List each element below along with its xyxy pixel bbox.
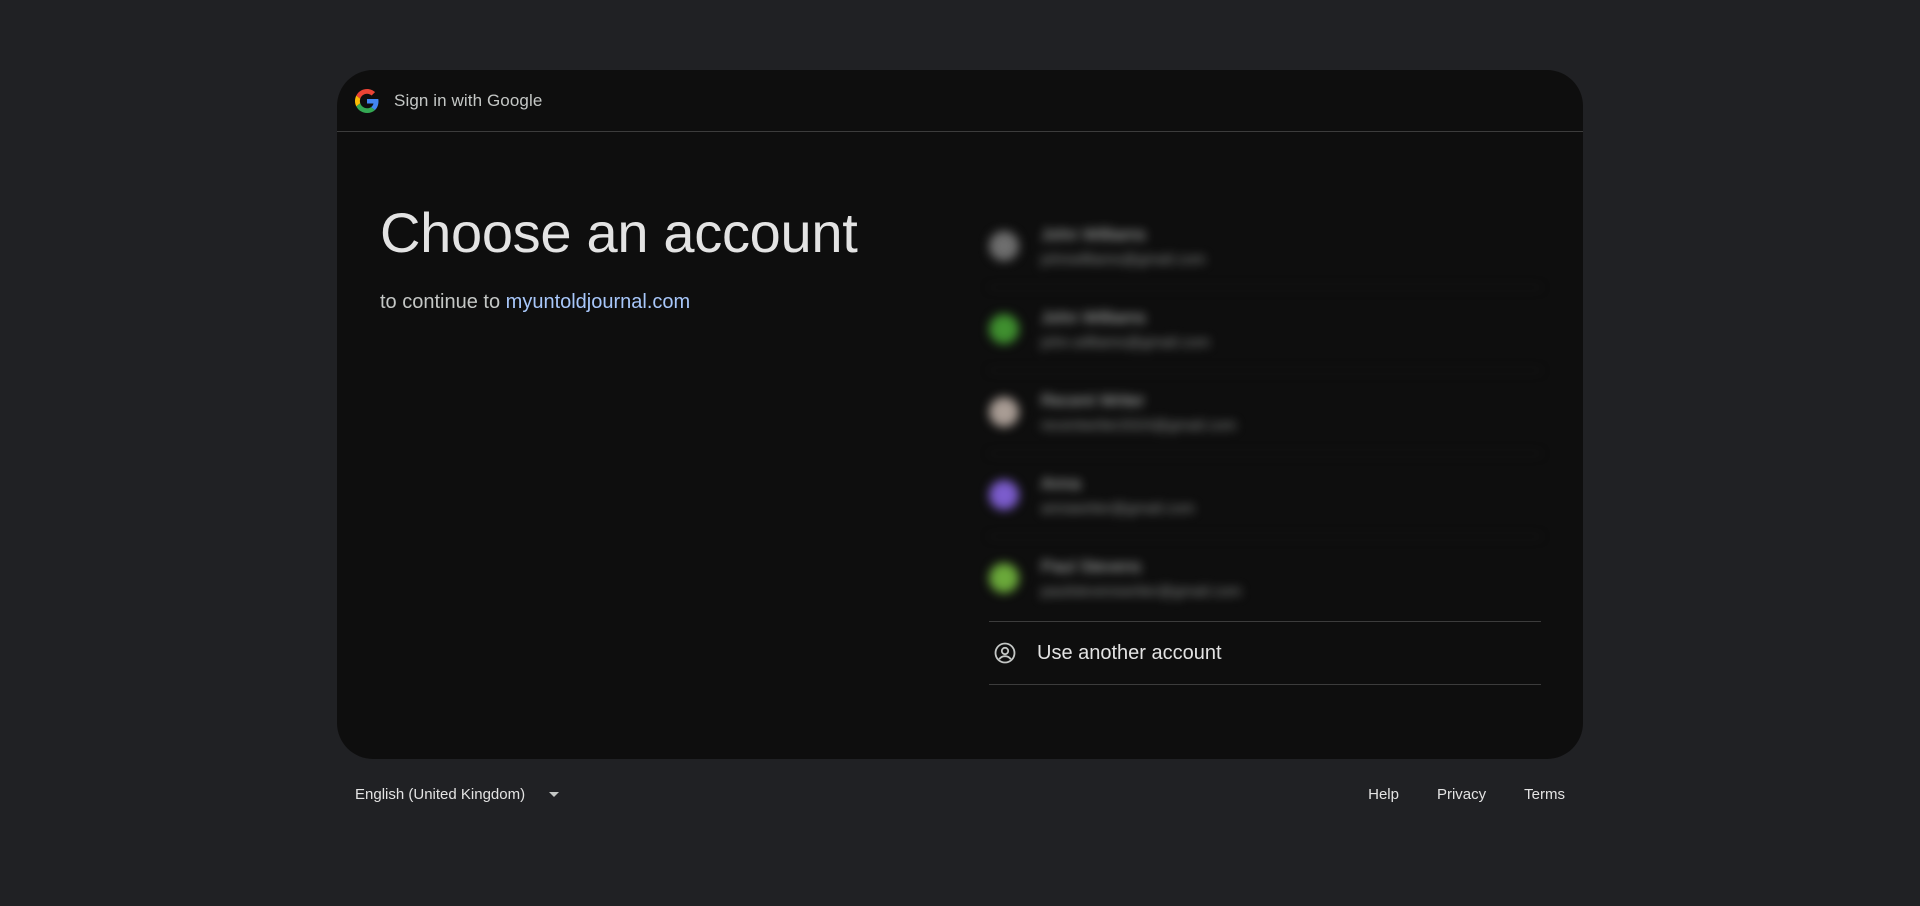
account-email: john.williams@gmail.com	[1041, 333, 1210, 351]
account-name: John Williams	[1041, 307, 1146, 327]
sign-in-card: Sign in with Google Choose an account to…	[337, 70, 1583, 759]
footer: English (United Kingdom) Help Privacy Te…	[355, 786, 1565, 803]
card-header: Sign in with Google	[337, 70, 1583, 132]
avatar	[989, 397, 1019, 427]
subtitle: to continue to myuntoldjournal.com	[380, 291, 857, 314]
google-logo-icon	[355, 88, 379, 113]
account-item[interactable]: John Williams johnwilliams@gmail.com	[989, 205, 1541, 288]
account-name: Paul Stevens	[1041, 556, 1142, 576]
header-title: Sign in with Google	[394, 90, 543, 110]
account-email: johnwilliams@gmail.com	[1041, 250, 1206, 268]
account-item[interactable]: John Williams john.williams@gmail.com	[989, 288, 1541, 371]
account-email: annawriter@gmail.com	[1041, 499, 1195, 517]
terms-link[interactable]: Terms	[1524, 786, 1565, 803]
intro-section: Choose an account to continue to myuntol…	[380, 200, 858, 314]
avatar	[989, 563, 1019, 593]
site-link[interactable]: myuntoldjournal.com	[506, 291, 691, 313]
account-item[interactable]: Anna annawriter@gmail.com	[989, 454, 1541, 537]
use-another-account-label: Use another account	[1037, 641, 1222, 664]
account-circle-icon	[994, 642, 1016, 664]
account-email: paulstevenswriter@gmail.com	[1041, 582, 1242, 600]
account-item[interactable]: Paul Stevens paulstevenswriter@gmail.com	[989, 537, 1541, 619]
avatar	[989, 480, 1019, 510]
avatar	[989, 231, 1019, 261]
footer-links: Help Privacy Terms	[1368, 786, 1565, 803]
page-title: Choose an account	[380, 201, 858, 264]
account-list: John Williams johnwilliams@gmail.com Joh…	[989, 205, 1541, 685]
account-name: Recent Writer	[1041, 390, 1145, 410]
account-name: Anna	[1041, 473, 1081, 493]
subtitle-prefix: to continue to	[380, 291, 501, 313]
account-email: recentwriter2024@gmail.com	[1041, 416, 1237, 434]
account-item[interactable]: Recent Writer recentwriter2024@gmail.com	[989, 371, 1541, 454]
avatar	[989, 314, 1019, 344]
account-name: John Williams	[1041, 224, 1146, 244]
help-link[interactable]: Help	[1368, 786, 1399, 803]
use-another-account-button[interactable]: Use another account	[989, 621, 1541, 685]
privacy-link[interactable]: Privacy	[1437, 786, 1486, 803]
language-selector[interactable]: English (United Kingdom)	[355, 786, 560, 803]
chevron-down-icon	[549, 792, 560, 797]
language-label: English (United Kingdom)	[355, 786, 526, 803]
